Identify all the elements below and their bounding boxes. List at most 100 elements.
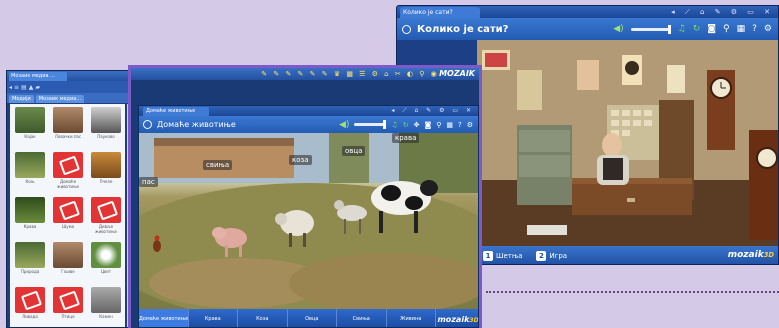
thumbnail-caption: Ловачки пас [54,134,82,139]
thumbnail-item[interactable]: Коњ [13,152,47,191]
music-icon[interactable]: ♫ [391,121,397,129]
volume-icon[interactable]: ◀) [339,120,349,130]
help-icon[interactable]: ? [458,121,462,129]
label-cow[interactable]: крава [392,133,420,143]
settings-icon[interactable]: ⚙ [467,121,473,129]
thumbnail-image [53,242,83,268]
view-icon[interactable]: ▤ [21,84,27,91]
thumbnail-image [91,107,121,133]
thumbnail-item[interactable]: Кајак [13,107,47,146]
thumbnail-caption: Птице [61,314,75,319]
thumbnail-item[interactable]: Дивље животиње [89,197,123,236]
thumbnail-item[interactable]: Домаће животиње [51,152,85,191]
interactive-3d-icon [15,287,45,313]
thumbnail-item[interactable]: Камен [89,287,123,326]
farm-scene[interactable]: свиња пас коза овца крава [139,133,478,309]
mozaik-logo: mozaik3D [437,314,479,324]
drawing-tools-icons[interactable]: ✎ ✎ ✎ ✎ ✎ ✎ ♛ ▦ ☰ ⚙ ⌂ ✂ ◐ ⚲ ◉ [131,68,479,80]
info-icon[interactable] [402,24,411,34]
thumbnail-item[interactable]: Шума [51,197,85,236]
thumbnail-image [15,242,45,268]
interactive-3d-icon [53,152,83,178]
window-tab-strip: Домаће животиње ◂ ⟋ ⌂ ✎ ⚙ ▭ ✕ [139,106,478,116]
domestic-animals-window: Домаће животиње ◂ ⟋ ⌂ ✎ ⚙ ▭ ✕ Домаће жив… [138,105,479,328]
music-icon[interactable]: ♫ [678,24,686,34]
help-icon[interactable]: ? [752,24,757,34]
nav-poultry[interactable]: Живина [387,309,436,327]
thumbnail-image [15,197,45,223]
library-tab-strip: Мозаик медиа ... [7,71,137,81]
mozaik-logo: MOZAIK [439,69,475,78]
clock-shop-scene[interactable] [477,40,778,246]
thumbnail-image [53,107,83,133]
label-pig[interactable]: свиња [203,160,233,170]
library-toolbar: ◂ ≡ ▤ ▲ ▰ [7,81,137,93]
list-icon[interactable]: ≡ [14,84,19,91]
grid-icon[interactable]: ▦ [446,121,453,129]
volume-slider[interactable] [630,24,671,34]
thumbnail-item[interactable]: Природа [13,242,47,281]
walk-button[interactable]: 1 Шетња [483,251,522,261]
label-sheep[interactable]: овца [342,146,366,156]
info-icon[interactable] [143,120,152,129]
thumbnail-caption: Коњ [25,179,35,184]
thumbnail-caption: Камен [99,314,113,319]
thumbnail-item[interactable]: Крава [13,197,47,236]
thumbnail-caption: Шума [61,224,75,229]
window-tab[interactable]: Колико је сати? [400,7,480,18]
bottom-navigation: Домаће животиње Крава Коза Овца Свиња Жи… [139,309,479,327]
camera-icon[interactable]: ◙ [424,121,431,129]
camera-icon[interactable]: ◙ [707,24,716,34]
thumbnail-caption: Гљиве [61,269,75,274]
back-icon[interactable]: ◂ [9,84,12,91]
thumbnail-item[interactable]: Пауково [89,107,123,146]
nav-cow[interactable]: Крава [189,309,238,327]
label-dog[interactable]: пас [139,177,158,187]
nav-domestic-animals[interactable]: Домаће животиње [139,309,189,327]
refresh-icon[interactable]: ↻ [693,24,701,34]
move-icon[interactable]: ✥ [414,121,420,129]
link-icon[interactable]: ⚲ [436,121,441,129]
title-bar: Колико је сати? ◀) ♫ ↻ ◙ ⚲ ▦ ? ⚙ [397,18,778,40]
thumbnail-item[interactable]: Цвет [89,242,123,281]
window-tab-strip: Колико је сати? ◂ ⟋ ⌂ ✎ ⚙ ▭ ✕ [397,6,778,18]
nav-pig[interactable]: Свиња [337,309,387,327]
thumbnail-caption: Природа [20,269,40,274]
bottom-bar: 1 Шетња 2 Игра mozaik3D [477,246,778,264]
interactive-3d-icon [53,197,83,223]
window-title: Колико је сати? [417,23,509,35]
volume-slider[interactable] [354,120,387,129]
thumbnail-item[interactable]: Ливада [13,287,47,326]
window-tab[interactable]: Домаће животиње [143,107,209,116]
title-toolbar: ◀) ♫ ↻ ◙ ⚲ ▦ ? ⚙ [613,18,772,40]
thumbnail-image [15,107,45,133]
game-button[interactable]: 2 Игра [536,251,567,261]
thumbnail-caption: Крава [23,224,37,229]
label-goat[interactable]: коза [289,155,312,165]
nav-sheep[interactable]: Овца [288,309,337,327]
thumbnail-item[interactable]: Ловачки пас [51,107,85,146]
thumbnail-caption: Цвет [100,269,112,274]
thumbnail-item[interactable]: Пчеле [89,152,123,191]
clock-shop-illustration [477,40,778,246]
folder-icon[interactable]: ▰ [35,84,40,91]
subtab-media[interactable]: Медији [9,95,34,103]
library-tab[interactable]: Мозаик медиа ... [9,72,67,81]
thumbnail-item[interactable]: Птице [51,287,85,326]
title-bar: Домаће животиње ◀) ♫ ↻ ✥ ◙ ⚲ ▦ ? ⚙ [139,116,478,133]
nav-goat[interactable]: Коза [238,309,288,327]
thumbnail-image [91,242,121,268]
mozaik-logo: mozaik3D [727,250,774,260]
up-icon[interactable]: ▲ [29,84,34,91]
thumbnail-image [91,287,121,313]
link-icon[interactable]: ⚲ [723,24,730,34]
thumbnail-caption: Пауково [97,134,115,139]
volume-icon[interactable]: ◀) [613,24,623,34]
subtab-mozaik-media[interactable]: Мозаик медиа... [35,95,85,103]
thumbnail-image [91,152,121,178]
thumbnail-item[interactable]: Гљиве [51,242,85,281]
grid-icon[interactable]: ▦ [737,24,746,34]
refresh-icon[interactable]: ↻ [403,121,409,129]
dotted-separator [486,291,779,293]
settings-icon[interactable]: ⚙ [764,24,772,34]
